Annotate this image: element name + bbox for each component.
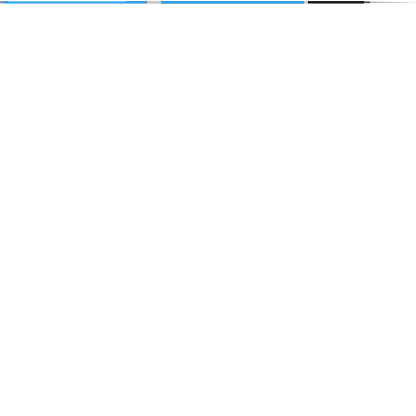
ferrule-1: [146, 0, 162, 4]
tip: [370, 1, 416, 3]
ferrule-1-edge-right: [161, 0, 162, 4]
rod-illustration: [0, 0, 416, 4]
canvas: [0, 0, 416, 416]
black-section: [308, 1, 364, 4]
middle-shaft-shade: [162, 2, 304, 4]
tip-collar: [364, 1, 370, 4]
ferrule-1-edge: [146, 0, 147, 4]
ferrule-2: [304, 1, 308, 4]
lower-shaft-highlight: [8, 1, 126, 2]
butt-cap: [0, 1, 4, 4]
